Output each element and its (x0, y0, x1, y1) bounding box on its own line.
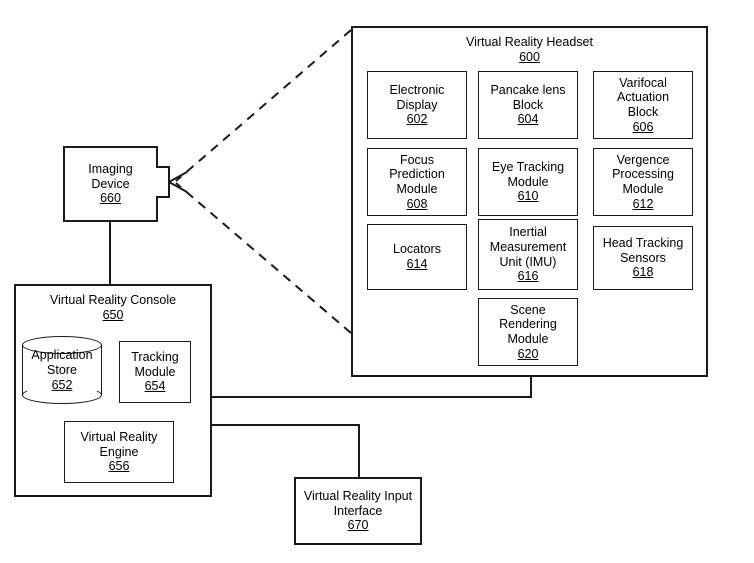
module-label-line: Unit (IMU) (499, 254, 557, 269)
imaging-device-label-line: Imaging (88, 161, 133, 176)
virtual-reality-engine-box[interactable]: Virtual Reality Engine 656 (64, 421, 174, 483)
dashed-line-upper (175, 29, 352, 182)
headset-ref: 600 (519, 50, 540, 64)
connector-imaging-device-to-console (109, 221, 111, 285)
module-label-line: Head Tracking (602, 235, 684, 250)
module-label-line: Module (622, 182, 664, 196)
module-label-line: Module (507, 174, 549, 189)
console-title: Virtual Reality Console (49, 293, 177, 307)
headset-title: Virtual Reality Headset (466, 35, 593, 49)
module-pancake-lens-block[interactable]: Pancake lens Block 604 (478, 71, 578, 139)
module-scene-rendering-module[interactable]: Scene Rendering Module 620 (478, 298, 578, 366)
vr-engine-label-line: Virtual Reality (80, 429, 158, 444)
module-label-line: Measurement (489, 239, 567, 254)
connector-console-to-input-vertical (358, 424, 360, 478)
module-label-line: Vergence (616, 152, 670, 167)
module-ref: 602 (406, 112, 428, 127)
connector-console-to-headset-vertical (530, 375, 532, 398)
vr-engine-ref: 656 (108, 459, 130, 474)
headset-title-block: Virtual Reality Headset 600 (466, 35, 593, 65)
module-focus-prediction-module[interactable]: Focus Prediction Module 608 (367, 148, 467, 216)
module-ref: 616 (517, 269, 539, 284)
module-electronic-display[interactable]: Electronic Display 602 (367, 71, 467, 139)
input-interface-label-line: Virtual Reality Input (303, 488, 413, 503)
virtual-reality-input-interface-box[interactable]: Virtual Reality Input Interface 670 (294, 477, 422, 545)
module-label-line: Display (396, 97, 438, 112)
module-eye-tracking-module[interactable]: Eye Tracking Module 610 (478, 148, 578, 216)
imaging-device-ref: 660 (100, 191, 121, 206)
module-ref: 608 (406, 196, 428, 211)
module-ref: 620 (517, 346, 539, 361)
tracking-module-box[interactable]: Tracking Module 654 (119, 341, 191, 403)
console-title-block: Virtual Reality Console 650 (50, 293, 176, 323)
module-label-line: Block (512, 97, 544, 112)
module-label-line: Inertial (509, 225, 547, 239)
input-interface-label-line: Interface (333, 503, 383, 518)
module-head-tracking-sensors[interactable]: Head Tracking Sensors 618 (593, 226, 693, 290)
tracking-module-label-line: Module (134, 364, 176, 379)
module-ref: 604 (517, 112, 539, 127)
arrowhead-into-imaging-device (166, 171, 188, 193)
application-store-ref: 652 (51, 377, 73, 392)
module-label-line: Processing (612, 167, 674, 182)
module-label-line: Module (507, 332, 549, 346)
module-label-line: Rendering (499, 317, 557, 332)
vr-engine-label-line: Engine (99, 444, 139, 459)
patent-figure-vr-system: Virtual Reality Headset 600 Electronic D… (0, 0, 754, 563)
module-ref: 612 (632, 196, 654, 211)
module-label-line: Focus (399, 152, 435, 167)
tracking-module-label-line: Tracking (131, 349, 179, 364)
imaging-device-label-line: Device (91, 176, 130, 191)
module-locators[interactable]: Locators 614 (367, 224, 467, 290)
application-store-cylinder[interactable]: Application Store 652 (22, 336, 102, 404)
module-label-line: Block (627, 105, 659, 119)
module-label-line: Pancake lens (490, 82, 566, 97)
application-store-label-line: Store (47, 362, 77, 377)
imaging-device-lens-notch (156, 166, 170, 198)
connector-console-to-input-horizontal (210, 424, 360, 426)
application-store-label: Application Store 652 (22, 348, 102, 392)
application-store-label-line: Application (31, 347, 93, 362)
module-vergence-processing-module[interactable]: Vergence Processing Module 612 (593, 148, 693, 216)
module-varifocal-actuation-block[interactable]: Varifocal Actuation Block 606 (593, 71, 693, 139)
module-label-line: Prediction (389, 167, 445, 182)
module-label-line: Scene (510, 302, 546, 317)
module-inertial-measurement-unit[interactable]: Inertial Measurement Unit (IMU) 616 (478, 219, 578, 290)
module-ref: 618 (632, 265, 654, 280)
imaging-device-box[interactable]: Imaging Device 660 (63, 146, 158, 222)
module-ref: 614 (406, 257, 428, 271)
module-ref: 610 (517, 189, 539, 204)
module-label-line: Actuation (616, 90, 670, 105)
module-label-line: Sensors (620, 250, 666, 265)
tracking-module-ref: 654 (144, 379, 166, 394)
module-ref: 606 (632, 119, 654, 134)
connector-console-to-headset-horizontal (210, 396, 532, 398)
module-label-line: Electronic (389, 82, 445, 97)
input-interface-ref: 670 (347, 518, 369, 533)
module-label-line: Locators (393, 242, 441, 257)
module-label-line: Module (396, 182, 438, 196)
module-label-line: Eye Tracking (491, 159, 565, 174)
console-ref: 650 (102, 308, 124, 322)
module-label-line: Varifocal (619, 75, 667, 90)
